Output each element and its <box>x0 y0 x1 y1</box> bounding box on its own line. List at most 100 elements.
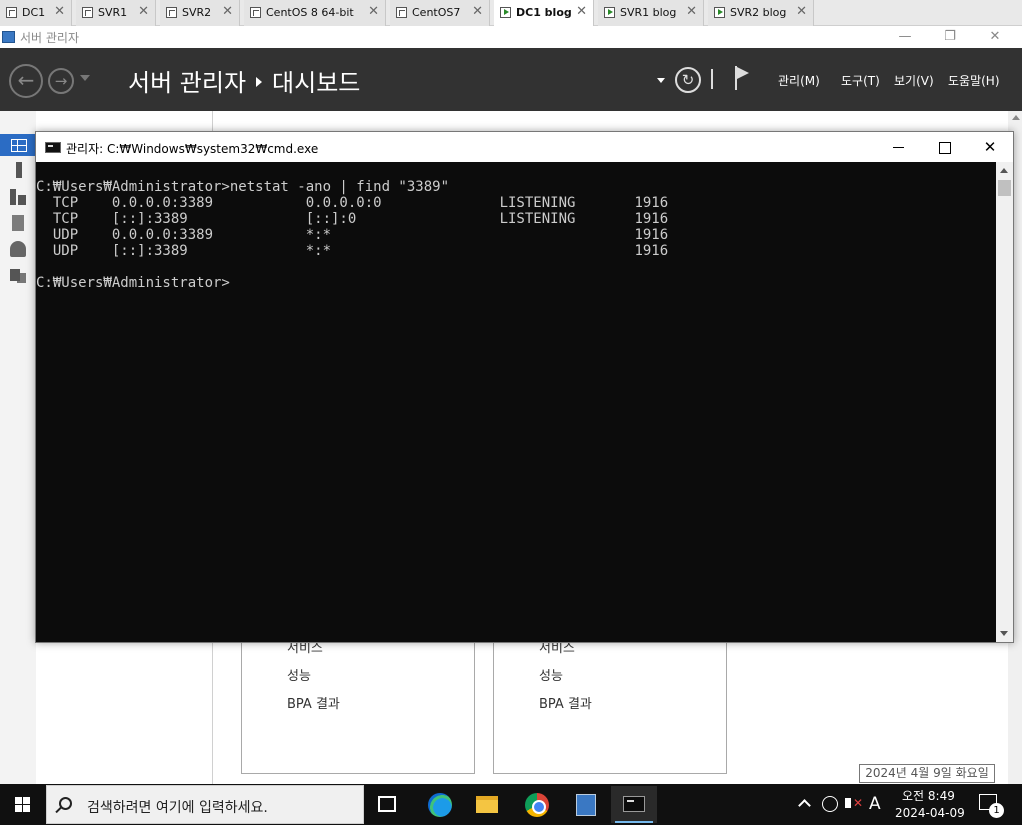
search-icon <box>59 797 72 810</box>
cmd-titlebar[interactable]: 관리자: C:₩Windows₩system32₩cmd.exe ✕ <box>36 132 1013 162</box>
vm-tab-dc1[interactable]: DC1 ✕ <box>0 0 72 26</box>
scroll-up-icon[interactable] <box>1000 168 1008 173</box>
speaker-icon[interactable] <box>845 798 851 808</box>
start-button[interactable] <box>0 784 44 825</box>
tile-link-bpa[interactable]: BPA 결과 <box>539 693 592 712</box>
taskbar: 검색하려면 여기에 입력하세요. ✕ A 오전 8:49 2024-04-09 … <box>0 784 1022 825</box>
vm-icon <box>166 7 177 18</box>
taskbar-app-server-manager[interactable] <box>562 786 608 823</box>
menu-view[interactable]: 보기(V) <box>894 72 934 89</box>
scroll-up-icon[interactable] <box>1012 115 1020 120</box>
back-button[interactable]: ← <box>9 64 43 98</box>
console-icon <box>623 796 645 812</box>
mute-icon: ✕ <box>853 796 864 810</box>
close-icon[interactable]: ✕ <box>54 4 65 19</box>
divider <box>711 69 713 89</box>
vm-tab-centos8[interactable]: CentOS 8 64-bit ✕ <box>244 0 386 26</box>
taskbar-app-file-explorer[interactable] <box>464 786 510 823</box>
console-line: UDP [::]:3389 *:* 1916 <box>36 243 669 259</box>
sidebar-item-file-storage-icon[interactable] <box>10 267 26 283</box>
server-manager-header: ← → 서버 관리자 대시보드 ↻ 관리(M) 도구(T) 보기(V) 도움말(H… <box>0 48 1022 111</box>
dashboard-tile: 서비스 성능 BPA 결과 <box>493 640 727 774</box>
close-icon[interactable]: ✕ <box>975 27 1015 47</box>
restore-icon[interactable]: ❐ <box>930 27 970 47</box>
vm-tab-svr1[interactable]: SVR1 ✕ <box>76 0 156 26</box>
close-icon[interactable]: ✕ <box>576 4 587 19</box>
menu-manage[interactable]: 관리(M) <box>778 72 820 89</box>
sidebar-item-local-server-icon[interactable] <box>16 162 22 178</box>
cmd-scrollbar[interactable] <box>996 162 1013 642</box>
taskbar-app-edge[interactable] <box>416 786 462 823</box>
clock-date[interactable]: 2024-04-09 <box>895 806 965 820</box>
vm-tab-centos7[interactable]: CentOS7 ✕ <box>390 0 490 26</box>
chevron-down-icon[interactable] <box>657 78 665 83</box>
console-line: TCP 0.0.0.0:3389 0.0.0.0:0 LISTENING 191… <box>36 195 669 211</box>
close-icon[interactable]: ✕ <box>796 4 807 19</box>
close-icon[interactable]: ✕ <box>368 4 379 19</box>
vm-icon <box>82 7 93 18</box>
sidebar-item-all-servers-icon[interactable] <box>10 189 26 205</box>
close-button[interactable]: ✕ <box>967 132 1013 162</box>
sidebar-item-dns-icon[interactable] <box>10 241 26 257</box>
window-title: 서버 관리자 <box>20 31 80 45</box>
ime-indicator[interactable]: A <box>869 794 881 814</box>
vm-icon <box>250 7 261 18</box>
maximize-button[interactable] <box>921 132 967 162</box>
cmd-window[interactable]: 관리자: C:₩Windows₩system32₩cmd.exe ✕ C:₩Us… <box>35 131 1014 643</box>
refresh-icon[interactable]: ↻ <box>675 67 701 93</box>
clock-time[interactable]: 오전 8:49 <box>902 787 955 804</box>
dashboard-icon <box>11 139 27 152</box>
forward-button[interactable]: → <box>48 68 74 94</box>
vm-tab-label: DC1 blog <box>516 6 572 19</box>
close-icon[interactable]: ✕ <box>686 4 697 19</box>
close-icon[interactable]: ✕ <box>138 4 149 19</box>
minimize-icon[interactable]: — <box>885 27 925 47</box>
tile-link-performance[interactable]: 성능 <box>539 665 563 684</box>
close-icon[interactable]: ✕ <box>472 4 483 19</box>
folder-icon <box>476 796 498 813</box>
taskbar-app-chrome[interactable] <box>513 786 559 823</box>
breadcrumb: 서버 관리자 대시보드 <box>128 63 360 98</box>
notifications-flag-icon[interactable] <box>735 66 751 90</box>
console-icon <box>45 142 61 153</box>
menu-tools[interactable]: 도구(T) <box>841 72 880 89</box>
scroll-thumb[interactable] <box>998 180 1011 196</box>
network-globe-icon[interactable] <box>822 796 838 812</box>
chrome-icon <box>525 793 549 817</box>
vm-icon <box>396 7 407 18</box>
vm-tab-dc1-blog[interactable]: DC1 blog ✕ <box>494 0 594 26</box>
breadcrumb-root[interactable]: 서버 관리자 <box>128 69 246 97</box>
vm-tab-label: CentOS 8 64-bit <box>266 6 354 19</box>
minimize-button[interactable] <box>876 132 922 162</box>
server-manager-titlebar: 서버 관리자 — ❐ ✕ <box>0 26 1022 48</box>
vm-running-icon <box>604 7 615 18</box>
date-tooltip: 2024년 4월 9일 화요일 <box>859 764 995 783</box>
task-view-icon[interactable] <box>378 796 396 812</box>
vm-tab-label: SVR1 blog <box>620 6 677 19</box>
vm-tab-svr1-blog[interactable]: SVR1 blog ✕ <box>598 0 704 26</box>
console-line: TCP [::]:3389 [::]:0 LISTENING 1916 <box>36 211 669 227</box>
vm-tab-svr2[interactable]: SVR2 ✕ <box>160 0 240 26</box>
show-hidden-icons-icon[interactable] <box>798 799 811 812</box>
tile-link-performance[interactable]: 성능 <box>287 665 311 684</box>
console-output[interactable]: C:₩Users₩Administrator>netstat -ano | fi… <box>36 162 996 642</box>
vm-icon <box>6 7 17 18</box>
dashboard-tile: 서비스 성능 BPA 결과 <box>241 640 475 774</box>
search-input[interactable]: 검색하려면 여기에 입력하세요. <box>46 785 364 824</box>
vm-tab-label: CentOS7 <box>412 6 461 19</box>
scroll-down-icon[interactable] <box>1000 631 1008 636</box>
page-title: 대시보드 <box>272 69 361 97</box>
console-line: UDP 0.0.0.0:3389 *:* 1916 <box>36 227 669 243</box>
tile-link-bpa[interactable]: BPA 결과 <box>287 693 340 712</box>
vm-tab-strip: DC1 ✕ SVR1 ✕ SVR2 ✕ CentOS 8 64-bit ✕ Ce… <box>0 0 1022 26</box>
history-dropdown-icon[interactable] <box>80 75 90 81</box>
vm-tab-svr2-blog[interactable]: SVR2 blog ✕ <box>708 0 814 26</box>
console-line: C:₩Users₩Administrator>netstat -ano | fi… <box>36 179 450 195</box>
vm-tab-label: DC1 <box>22 6 46 19</box>
menu-help[interactable]: 도움말(H) <box>948 72 1000 89</box>
taskbar-app-cmd[interactable] <box>611 786 657 823</box>
edge-icon <box>428 793 452 817</box>
sidebar-item-ad-ds-icon[interactable] <box>10 215 26 231</box>
close-icon[interactable]: ✕ <box>222 4 233 19</box>
